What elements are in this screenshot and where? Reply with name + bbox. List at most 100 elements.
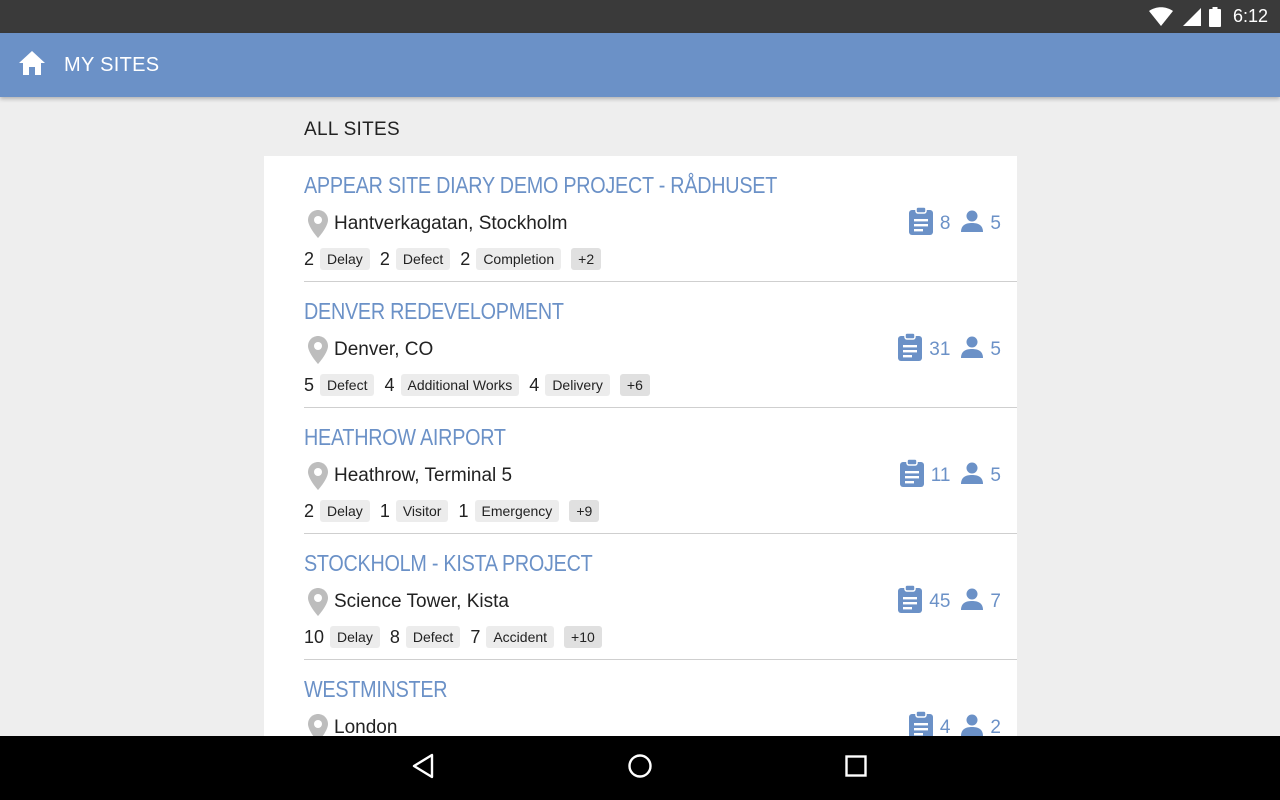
tag-label: Defect [395, 248, 451, 270]
navigation-bar [0, 736, 1280, 800]
tag-count: 4 [384, 374, 395, 395]
site-list-container[interactable]: ALL SITES APPEAR SITE DIARY DEMO PROJECT… [264, 97, 1017, 736]
site-tags: 2 Delay 2 Defect 2 Completion +2 [304, 247, 602, 271]
clipboard-icon [908, 206, 934, 241]
location-pin-icon [308, 210, 328, 238]
home-button[interactable] [0, 33, 64, 97]
tag-count: 10 [304, 626, 325, 647]
more-tags-badge: +9 [569, 500, 600, 522]
tag-label: Delay [320, 248, 370, 270]
reports-count: 8 [939, 213, 951, 234]
tag-count: 2 [460, 248, 471, 269]
location-pin-icon [308, 714, 328, 736]
site-list-item[interactable]: WESTMINSTER London 4 2 [304, 660, 1017, 736]
section-title: ALL SITES [304, 119, 400, 140]
site-stats: 45 7 [897, 584, 1001, 619]
tag-label: Delivery [545, 374, 610, 396]
recents-icon [844, 754, 868, 783]
tag-count: 1 [458, 500, 469, 521]
clipboard-icon [899, 458, 925, 493]
site-list-item[interactable]: APPEAR SITE DIARY DEMO PROJECT - RÅDHUSE… [304, 156, 1017, 282]
home-circle-icon [627, 753, 653, 784]
home-icon [18, 50, 46, 81]
site-location: Hantverkagatan, Stockholm [308, 210, 567, 238]
location-text: Hantverkagatan, Stockholm [334, 213, 568, 234]
tag-label: Defect [405, 626, 461, 648]
location-text: Heathrow, Terminal 5 [334, 465, 513, 486]
person-icon [960, 210, 984, 238]
site-tags: 2 Delay 1 Visitor 1 Emergency +9 [304, 499, 600, 523]
location-pin-icon [308, 588, 328, 616]
recents-button[interactable] [816, 736, 896, 800]
more-tags-badge: +10 [564, 626, 602, 648]
tag-label: Emergency [474, 500, 560, 522]
person-icon [960, 462, 984, 490]
location-pin-icon [308, 336, 328, 364]
app-bar: MY SITES [0, 33, 1280, 97]
members-count: 5 [990, 213, 1001, 234]
site-list: APPEAR SITE DIARY DEMO PROJECT - RÅDHUSE… [264, 156, 1017, 736]
clipboard-icon [897, 332, 923, 367]
tag-label: Additional Works [400, 374, 520, 396]
tag-label: Delay [320, 500, 370, 522]
members-count: 5 [990, 339, 1001, 360]
site-list-item[interactable]: DENVER REDEVELOPMENT Denver, CO 31 5 5 Defect… [304, 282, 1017, 408]
tag-count: 5 [304, 374, 315, 395]
site-stats: 42 [908, 710, 1001, 736]
more-tags-badge: +2 [571, 248, 602, 270]
members-count: 7 [990, 591, 1001, 612]
site-title: WESTMINSTER [304, 676, 448, 702]
site-title: HEATHROW AIRPORT [304, 424, 506, 450]
site-location: London [308, 714, 397, 736]
wifi-icon [1148, 6, 1173, 27]
reports-count: 45 [929, 591, 951, 612]
person-icon [960, 714, 984, 736]
status-icons: 6:12 [1148, 0, 1268, 33]
tag-count: 7 [470, 626, 481, 647]
tag-count: 4 [529, 374, 540, 395]
tag-count: 1 [379, 500, 390, 521]
site-stats: 31 5 [897, 332, 1001, 367]
tag-label: Completion [476, 248, 562, 270]
clock: 6:12 [1232, 6, 1268, 26]
tag-count: 2 [304, 248, 315, 269]
tag-count: 2 [379, 248, 390, 269]
site-stats: 11 5 [899, 458, 1001, 493]
site-location: Science Tower, Kista [308, 588, 509, 616]
site-list-item[interactable]: HEATHROW AIRPORT Heathrow, Terminal 5 11 5 2… [304, 408, 1017, 534]
status-bar: 6:12 [0, 0, 1280, 33]
battery-icon [1208, 6, 1221, 27]
clipboard-icon [897, 584, 923, 619]
location-text: Denver, CO [334, 339, 434, 360]
person-icon [960, 336, 984, 364]
back-button[interactable] [384, 736, 464, 800]
tag-count: 8 [389, 626, 400, 647]
reports-count: 11 [930, 465, 951, 486]
home-nav-button[interactable] [600, 736, 680, 800]
site-location: Heathrow, Terminal 5 [308, 462, 512, 490]
person-icon [960, 588, 984, 616]
location-text: London [334, 717, 398, 736]
back-icon [411, 753, 437, 784]
reports-count: 4 [939, 717, 951, 736]
location-text: Science Tower, Kista [334, 591, 509, 612]
tag-label: Accident [486, 626, 555, 648]
tag-label: Delay [330, 626, 380, 648]
location-pin-icon [308, 462, 328, 490]
site-title: APPEAR SITE DIARY DEMO PROJECT - RÅDHUSE… [304, 172, 778, 198]
site-tags: 10 Delay 8 Defect 7 Accident +10 [304, 625, 602, 649]
site-title: STOCKHOLM - KISTA PROJECT [304, 550, 593, 576]
more-tags-badge: +6 [619, 374, 650, 396]
site-tags: 5 Defect 4 Additional Works 4 Delivery +6 [304, 373, 650, 397]
site-stats: 85 [908, 206, 1001, 241]
tag-label: Visitor [395, 500, 449, 522]
site-list-item[interactable]: STOCKHOLM - KISTA PROJECT Science Tower, … [304, 534, 1017, 660]
clipboard-icon [908, 710, 934, 736]
tag-count: 2 [304, 500, 315, 521]
site-location: Denver, CO [308, 336, 433, 364]
site-title: DENVER REDEVELOPMENT [304, 298, 564, 324]
signal-icon [1181, 7, 1201, 27]
reports-count: 31 [929, 339, 951, 360]
tag-label: Defect [320, 374, 375, 396]
members-count: 2 [990, 717, 1001, 736]
